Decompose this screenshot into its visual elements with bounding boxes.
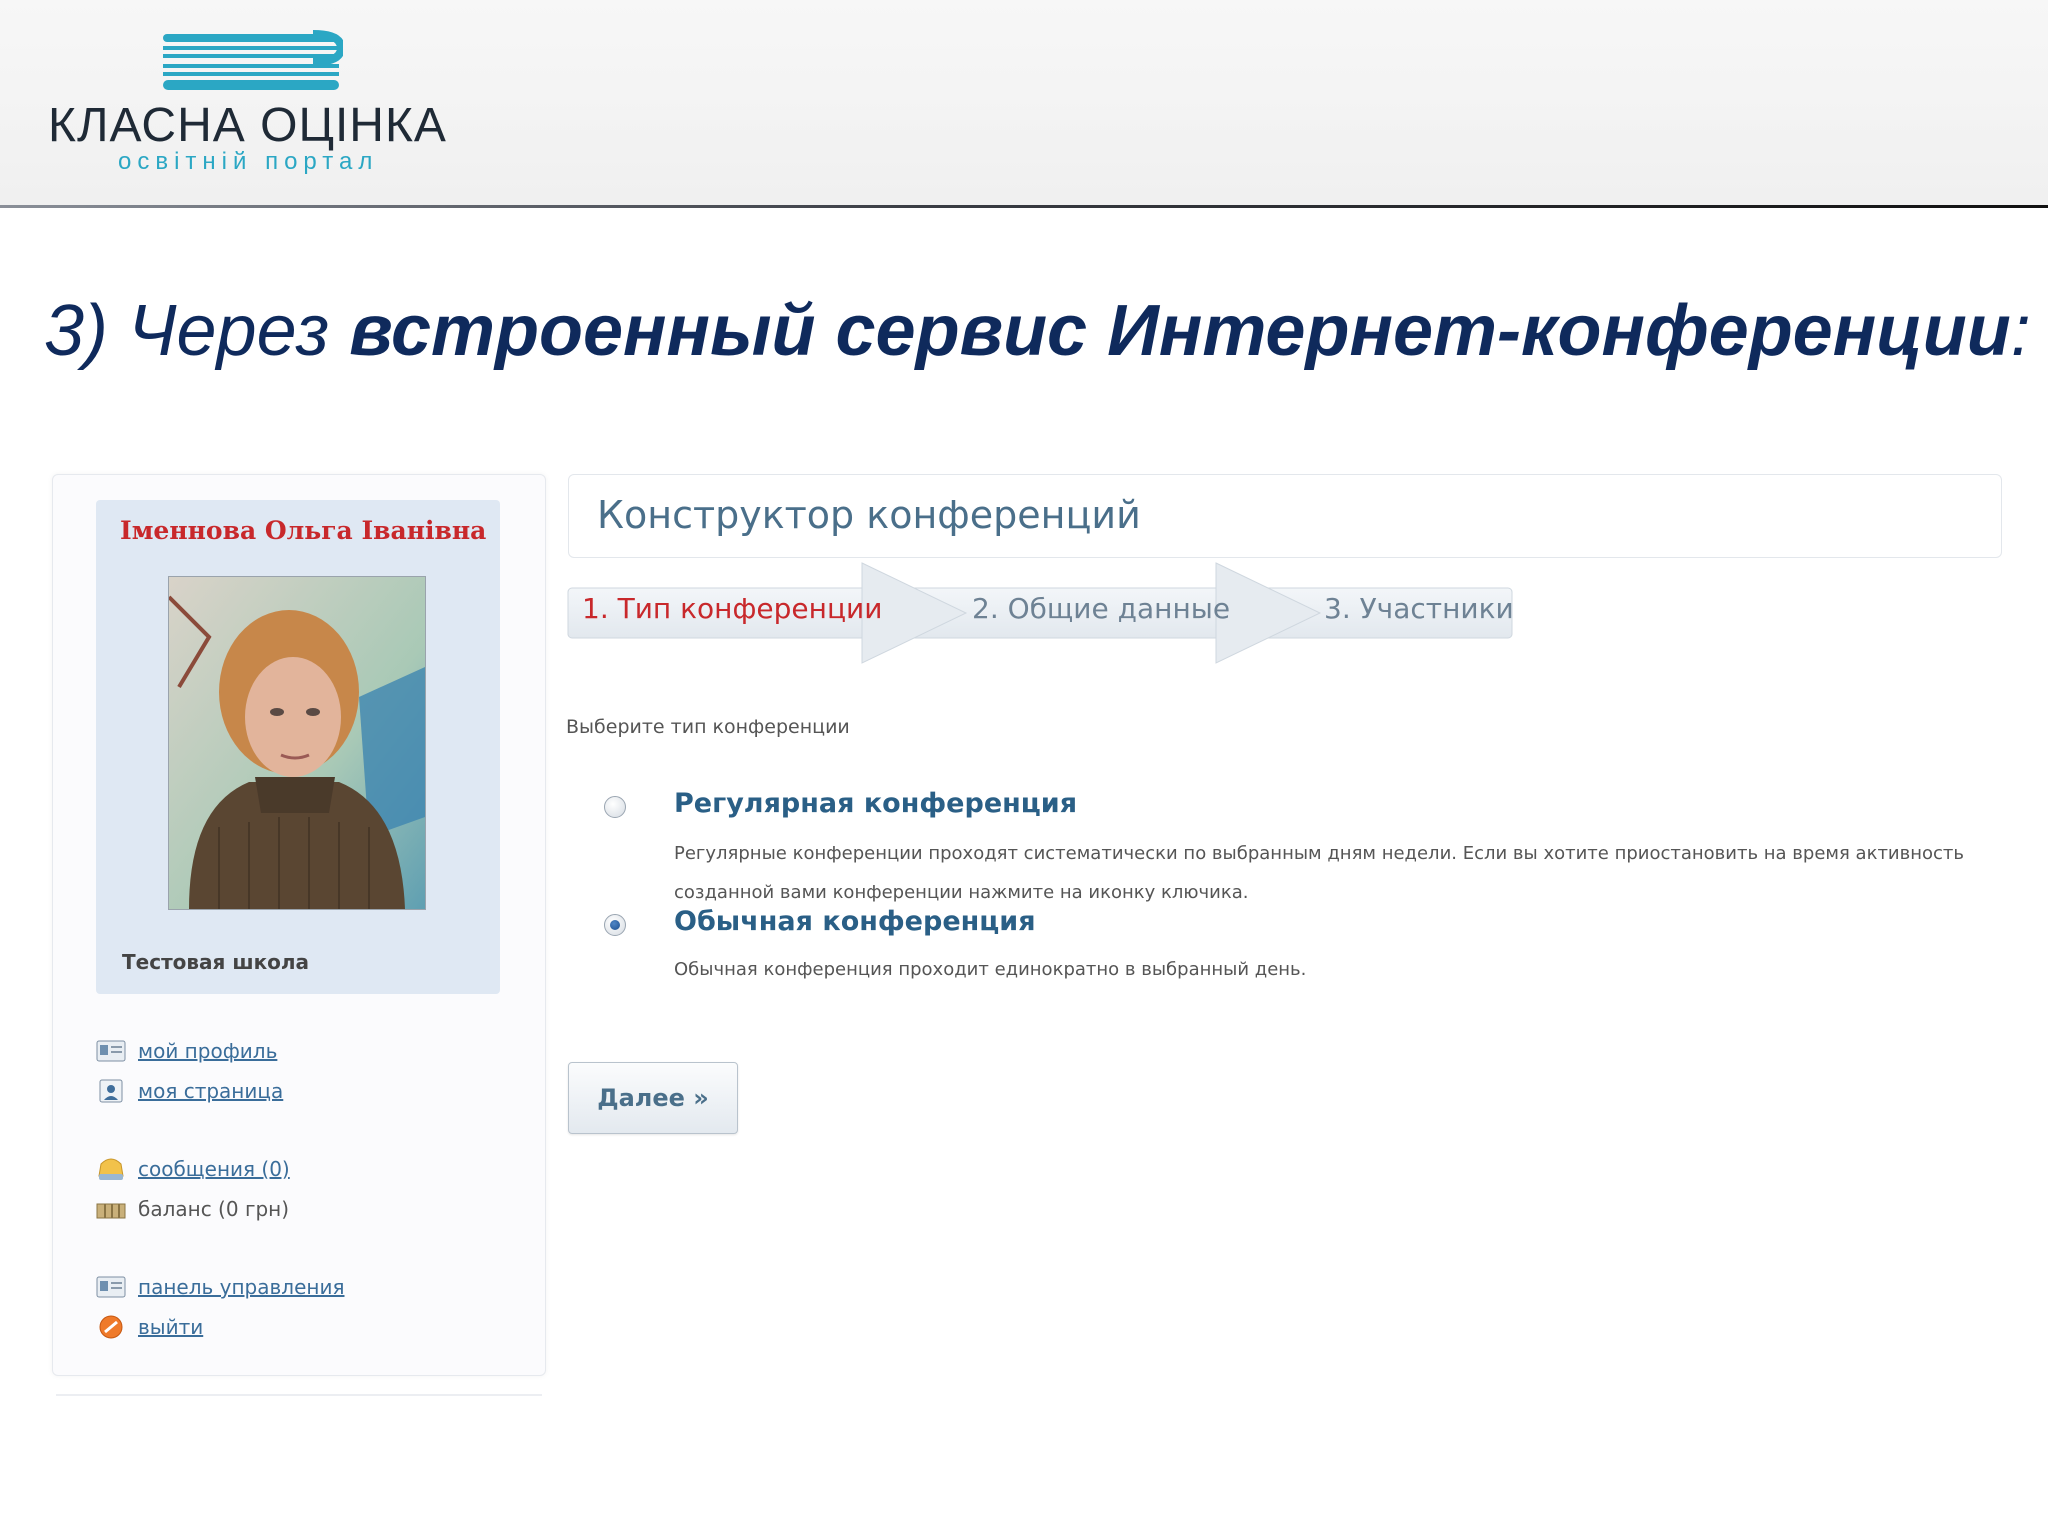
wizard-steps: 1. Тип конференции 2. Общие данные 3. Уч… — [566, 560, 1516, 670]
books-logo-icon — [163, 30, 343, 90]
sidebar-link-label[interactable]: панель управления — [138, 1275, 344, 1299]
logo-subtitle: освітній портал — [118, 148, 379, 175]
slide-title-suffix: : — [2010, 291, 2031, 371]
panel-divider — [56, 1394, 542, 1396]
ordinary-conference-radio[interactable] — [604, 914, 626, 936]
regular-conference-title[interactable]: Регулярная конференция — [674, 788, 1077, 819]
regular-conference-radio[interactable] — [604, 796, 626, 818]
builder-title: Конструктор конференций — [597, 493, 1141, 537]
sidebar-item-logout[interactable]: выйти — [96, 1312, 203, 1342]
step-participants[interactable]: 3. Участники — [1324, 592, 1514, 625]
sidebar-item-balance: баланс (0 грн) — [96, 1194, 289, 1224]
balance-icon — [96, 1203, 126, 1219]
sidebar-item-my-page[interactable]: моя страница — [96, 1076, 283, 1106]
slide-title: 3) Через встроенный сервис Интернет-конф… — [44, 290, 2031, 372]
next-button[interactable]: Далее » — [568, 1062, 738, 1134]
builder-header: Конструктор конференций — [568, 474, 2002, 558]
profile-card-icon — [96, 1040, 126, 1062]
slide-title-emphasis: встроенный сервис Интернет-конференции — [349, 291, 2011, 371]
ordinary-conference-description: Обычная конференция проходит единократно… — [674, 959, 1307, 980]
sidebar-text-label: баланс (0 грн) — [138, 1197, 290, 1221]
profile-photo[interactable] — [168, 576, 426, 910]
user-page-icon — [99, 1079, 123, 1103]
sidebar-item-messages[interactable]: сообщения (0) — [96, 1154, 290, 1184]
profile-school: Тестовая школа — [122, 950, 310, 974]
sidebar-link-label[interactable]: моя страница — [138, 1079, 283, 1103]
site-logo[interactable]: КЛАСНА ОЦІНКА освітній портал — [48, 30, 468, 180]
messages-icon — [98, 1158, 124, 1180]
header-band: КЛАСНА ОЦІНКА освітній портал — [0, 0, 2048, 205]
profile-card: Іменнова Ольга Іванівна Тестовая школа — [96, 500, 500, 994]
regular-conference-description: Регулярные конференции проходят системат… — [674, 843, 1965, 903]
profile-photo-image — [169, 577, 425, 909]
header-divider — [0, 205, 2048, 208]
slide-title-prefix: 3) Через — [44, 291, 350, 371]
choose-type-label: Выберите тип конференции — [566, 716, 850, 738]
ordinary-conference-title[interactable]: Обычная конференция — [674, 906, 1036, 937]
sidebar-link-label[interactable]: выйти — [138, 1315, 203, 1339]
step-type[interactable]: 1. Тип конференции — [582, 592, 882, 625]
sidebar-link-label[interactable]: сообщения (0) — [138, 1157, 290, 1181]
control-panel-icon — [96, 1276, 126, 1298]
logo-title: КЛАСНА ОЦІНКА — [48, 99, 447, 152]
logout-icon — [99, 1315, 123, 1339]
sidebar-item-my-profile[interactable]: мой профиль — [96, 1036, 277, 1066]
sidebar-item-control-panel[interactable]: панель управления — [96, 1272, 344, 1302]
sidebar-link-label[interactable]: мой профиль — [138, 1039, 277, 1063]
profile-name: Іменнова Ольга Іванівна — [120, 516, 487, 545]
step-general-data[interactable]: 2. Общие данные — [972, 592, 1230, 625]
